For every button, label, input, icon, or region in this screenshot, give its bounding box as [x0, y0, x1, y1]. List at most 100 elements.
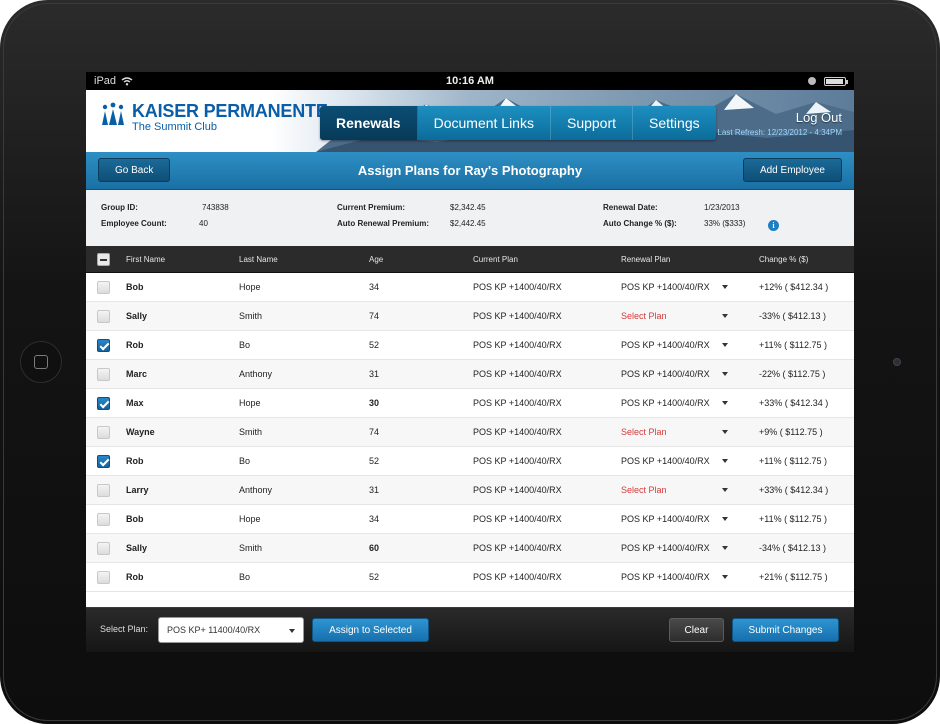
submit-changes-button[interactable]: Submit Changes	[732, 618, 839, 642]
table-row[interactable]: Rob Bo 52 POS KP +1400/40/RX POS KP +1400/40…	[86, 331, 854, 360]
renewal-plan-dropdown[interactable]: POS KP +1400/40/RX	[621, 360, 710, 388]
table-row[interactable]: Bob Hope 34 POS KP +1400/40/RX POS KP +1400/…	[86, 505, 854, 534]
dropdown-caret-icon	[722, 546, 728, 550]
renewal-plan-dropdown[interactable]: POS KP +1400/40/RX	[621, 447, 710, 475]
cell-age: 74	[369, 311, 380, 321]
assign-to-selected-button[interactable]: Assign to Selected	[312, 618, 429, 642]
header-first-name[interactable]: First Name	[126, 246, 165, 272]
cell-change: +12% ( $412.34 )	[759, 282, 829, 292]
cell-last-name: Anthony	[239, 485, 273, 495]
go-back-button[interactable]: Go Back	[98, 158, 171, 182]
row-checkbox[interactable]	[97, 367, 110, 381]
cell-change: +33% ( $412.34 )	[759, 485, 829, 495]
kaiser-logo[interactable]: KAISER PERMANENTE The Summit Club	[100, 101, 328, 133]
table-row[interactable]: Bob Hope 34 POS KP +1400/40/RX POS KP +1400/…	[86, 273, 854, 302]
cell-last-name: Anthony	[239, 369, 273, 379]
table-row[interactable]: Wayne Smith 74 POS KP +1400/40/RX Select Pla…	[86, 418, 854, 447]
auto-renewal-premium-label: Auto Renewal Premium:	[337, 219, 430, 228]
table-row[interactable]: Sally Smith 74 POS KP +1400/40/RX Select Pla…	[86, 302, 854, 331]
header-change[interactable]: Change % ($)	[759, 246, 808, 272]
renewal-plan-dropdown[interactable]: POS KP +1400/40/RX	[621, 534, 710, 562]
logo-name: KAISER PERMANENTE	[132, 101, 328, 121]
header-renewal-plan[interactable]: Renewal Plan	[621, 246, 670, 272]
cell-age: 52	[369, 456, 380, 466]
renewal-plan-dropdown[interactable]: POS KP +1400/40/RX	[621, 273, 710, 301]
renewal-plan-dropdown[interactable]: POS KP +1400/40/RX	[621, 563, 710, 591]
row-checkbox[interactable]	[97, 309, 110, 323]
cell-current-plan: POS KP +1400/40/RX	[473, 456, 562, 466]
cell-age: 74	[369, 427, 380, 437]
row-checkbox[interactable]	[97, 454, 110, 468]
clear-button[interactable]: Clear	[669, 618, 724, 642]
page-title: Assign Plans for Ray's Photography	[357, 163, 583, 178]
auto-change-value: 33% ($333)	[704, 219, 746, 228]
cell-last-name: Bo	[239, 340, 251, 350]
table-row[interactable]: Rob Bo 52 POS KP +1400/40/RX POS KP +1400/40…	[86, 447, 854, 476]
row-checkbox[interactable]	[97, 570, 110, 584]
auto-renewal-premium-value: $2,442.45	[450, 219, 486, 228]
header-current-plan[interactable]: Current Plan	[473, 246, 518, 272]
auto-change-label: Auto Change % ($):	[603, 219, 677, 228]
add-employee-button[interactable]: Add Employee	[742, 158, 842, 182]
bottom-action-bar: Select Plan: POS KP+ 11400/40/RX Assign …	[86, 607, 854, 652]
cell-current-plan: POS KP +1400/40/RX	[473, 427, 562, 437]
cell-current-plan: POS KP +1400/40/RX	[473, 369, 562, 379]
status-bar: iPad 10:16 AM	[86, 72, 854, 90]
cell-first-name: Bob	[126, 514, 144, 524]
cell-first-name: Larry	[126, 485, 149, 495]
header-age[interactable]: Age	[369, 246, 383, 272]
last-refresh-text: Last Refresh: 12/23/2012 - 4:34PM	[717, 128, 842, 137]
row-checkbox[interactable]	[97, 483, 110, 497]
cell-last-name: Bo	[239, 456, 251, 466]
cell-last-name: Bo	[239, 572, 251, 582]
current-premium-value: $2,342.45	[450, 203, 486, 212]
row-checkbox[interactable]	[97, 338, 110, 352]
tab-renewals[interactable]: Renewals	[320, 106, 418, 140]
info-icon[interactable]: i	[768, 220, 779, 231]
logout-link[interactable]: Log Out	[796, 110, 842, 125]
home-button[interactable]	[20, 341, 62, 383]
cell-current-plan: POS KP +1400/40/RX	[473, 514, 562, 524]
select-all-checkbox[interactable]	[97, 252, 110, 266]
plan-select[interactable]: POS KP+ 11400/40/RX	[158, 617, 304, 643]
cell-last-name: Hope	[239, 282, 261, 292]
cell-age: 60	[369, 543, 380, 553]
row-checkbox[interactable]	[97, 541, 110, 555]
renewal-plan-dropdown[interactable]: Select Plan	[621, 302, 667, 330]
cell-current-plan: POS KP +1400/40/RX	[473, 543, 562, 553]
dropdown-caret-icon	[722, 459, 728, 463]
table-row[interactable]: Marc Anthony 31 POS KP +1400/40/RX POS KP +1…	[86, 360, 854, 389]
battery-icon	[824, 76, 848, 86]
table-row[interactable]: Max Hope 30 POS KP +1400/40/RX POS KP +1400/…	[86, 389, 854, 418]
header-last-name[interactable]: Last Name	[239, 246, 278, 272]
row-checkbox[interactable]	[97, 280, 110, 294]
table-row[interactable]: Rob Bo 52 POS KP +1400/40/RX POS KP +1400/40…	[86, 563, 854, 592]
row-checkbox[interactable]	[97, 512, 110, 526]
cell-first-name: Sally	[126, 311, 148, 321]
app-header: KAISER PERMANENTE The Summit Club Renewa…	[86, 90, 854, 152]
renewal-plan-dropdown[interactable]: Select Plan	[621, 418, 667, 446]
renewal-plan-dropdown[interactable]: Select Plan	[621, 476, 667, 504]
table-row[interactable]: Larry Anthony 31 POS KP +1400/40/RX Select P…	[86, 476, 854, 505]
tab-settings[interactable]: Settings	[633, 106, 716, 140]
row-checkbox[interactable]	[97, 396, 110, 410]
cell-current-plan: POS KP +1400/40/RX	[473, 485, 562, 495]
current-premium-label: Current Premium:	[337, 203, 406, 212]
renewal-plan-dropdown[interactable]: POS KP +1400/40/RX	[621, 505, 710, 533]
cell-change: -33% ( $412.13 )	[759, 311, 827, 321]
cell-first-name: Rob	[126, 572, 144, 582]
cell-age: 31	[369, 485, 380, 495]
table-row[interactable]: Sally Smith 60 POS KP +1400/40/RX POS KP +14…	[86, 534, 854, 563]
tab-support[interactable]: Support	[551, 106, 634, 140]
renewal-date-label: Renewal Date:	[603, 203, 658, 212]
row-checkbox[interactable]	[97, 425, 110, 439]
cell-change: +11% ( $112.75 )	[759, 514, 827, 524]
tab-document-links[interactable]: Document Links	[418, 106, 551, 140]
dropdown-caret-icon	[722, 314, 728, 318]
cell-current-plan: POS KP +1400/40/RX	[473, 282, 562, 292]
renewal-plan-dropdown[interactable]: POS KP +1400/40/RX	[621, 331, 710, 359]
screen: iPad 10:16 AM KAISER PERMANENTE The Summ…	[86, 72, 854, 652]
renewal-plan-dropdown[interactable]: POS KP +1400/40/RX	[621, 389, 710, 417]
dropdown-caret-icon	[289, 629, 295, 633]
dropdown-caret-icon	[722, 488, 728, 492]
